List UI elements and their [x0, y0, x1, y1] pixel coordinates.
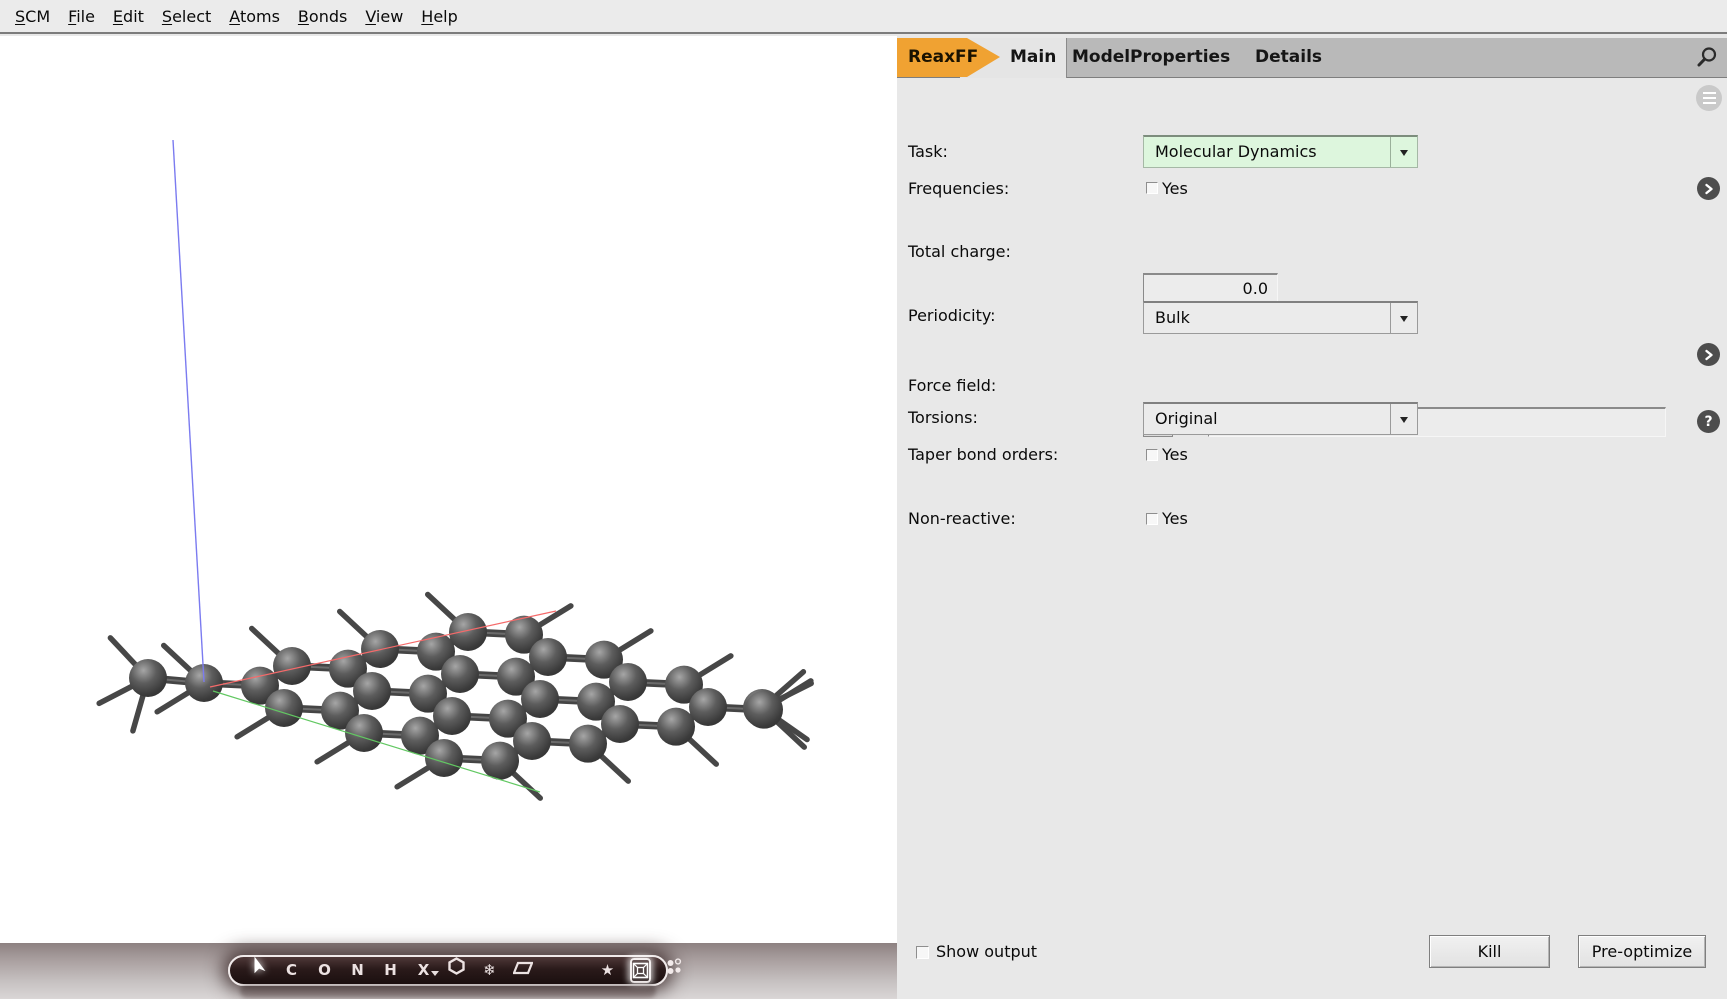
element-x-tool-button[interactable]: X [414, 957, 433, 984]
periodicity-dropdown[interactable]: Bulk [1143, 301, 1418, 334]
dropdown-arrow-icon [1400, 150, 1408, 160]
hexagon-icon [448, 957, 465, 975]
task-dropdown-button[interactable] [1390, 137, 1417, 167]
tab-model[interactable]: Model [1072, 38, 1130, 77]
pre-optimize-button[interactable]: Pre-optimize [1578, 935, 1706, 968]
tab-properties[interactable]: Properties [1130, 38, 1230, 77]
crystal-tool-button[interactable]: ❄ [480, 957, 499, 984]
taper-checkbox[interactable] [1146, 449, 1158, 461]
chevron-right-icon [1704, 183, 1714, 195]
input-panel: ReaxFF Main Model Properties Details Tas… [897, 36, 1727, 999]
task-more-button[interactable] [1697, 177, 1720, 200]
task-value: Molecular Dynamics [1144, 137, 1390, 167]
non-reactive-label: Non-reactive: [908, 509, 1016, 528]
pointer-tool-button[interactable] [249, 957, 268, 984]
menu-bonds[interactable]: Bonds [289, 7, 356, 26]
reaxff-gui-window: SCMFileEditSelectAtomsBondsViewHelp C O … [0, 0, 1727, 999]
periodicity-more-button[interactable] [1697, 343, 1720, 366]
torsions-value: Original [1144, 404, 1390, 434]
cursor-icon [252, 957, 266, 975]
menu-atoms[interactable]: Atoms [220, 7, 289, 26]
menu-select[interactable]: Select [153, 7, 220, 26]
search-icon[interactable] [1696, 46, 1718, 68]
menu-bar: SCMFileEditSelectAtomsBondsViewHelp [0, 0, 1727, 34]
dropdown-arrow-icon [1400, 417, 1408, 427]
viewer-toolbar: C O N H X ❄ ★ [228, 955, 668, 986]
task-label: Task: [908, 142, 948, 161]
menu-edit[interactable]: Edit [104, 7, 153, 26]
kill-button[interactable]: Kill [1429, 935, 1550, 968]
chevron-right-icon [1704, 349, 1714, 361]
dots-icon [666, 958, 682, 975]
total-charge-input[interactable]: 0.0 [1143, 273, 1278, 303]
panel-menu-button[interactable] [1696, 85, 1722, 111]
periodicity-value: Bulk [1144, 303, 1390, 333]
periodicity-dropdown-button[interactable] [1390, 303, 1417, 333]
non-reactive-yes-label: Yes [1162, 509, 1188, 528]
task-dropdown[interactable]: Molecular Dynamics [1143, 135, 1418, 168]
menu-help[interactable]: Help [412, 7, 466, 26]
molecule-canvas[interactable] [0, 36, 897, 943]
chevron-down-icon [431, 971, 439, 980]
menu-file[interactable]: File [59, 7, 104, 26]
nitrogen-tool-button[interactable]: N [348, 957, 367, 984]
viewer-dock: C O N H X ❄ ★ [0, 943, 897, 999]
unit-cell-icon [632, 962, 649, 979]
frequencies-label: Frequencies: [908, 179, 1009, 198]
torsions-dropdown[interactable]: Original [1143, 402, 1418, 435]
tab-bar: ReaxFF Main Model Properties Details [897, 38, 1727, 78]
taper-label: Taper bond orders: [908, 445, 1058, 464]
ring-tool-button[interactable] [447, 957, 466, 984]
show-output-checkbox[interactable] [916, 946, 929, 959]
molecule-viewport[interactable] [0, 36, 897, 943]
carbon-tool-button[interactable]: C [282, 957, 301, 984]
frequencies-yes-label: Yes [1162, 179, 1188, 198]
menu-view[interactable]: View [356, 7, 412, 26]
torsions-label: Torsions: [908, 408, 978, 427]
favorites-tool-button[interactable]: ★ [598, 957, 617, 984]
total-charge-label: Total charge: [908, 242, 1011, 261]
element-x-label: X [418, 961, 430, 979]
oxygen-tool-button[interactable]: O [315, 957, 334, 984]
periodicity-label: Periodicity: [908, 306, 996, 325]
tab-details[interactable]: Details [1255, 38, 1322, 77]
frequencies-checkbox[interactable] [1146, 182, 1158, 194]
non-reactive-checkbox[interactable] [1146, 513, 1158, 525]
parallelogram-icon [513, 961, 533, 975]
cell-view-tool-button[interactable] [630, 958, 651, 983]
atoms-display-tool-button[interactable] [664, 957, 683, 984]
dropdown-arrow-icon [1400, 316, 1408, 326]
force-field-help-button[interactable]: ? [1697, 410, 1720, 433]
menu-scm[interactable]: SCM [6, 7, 59, 26]
force-field-label: Force field: [908, 376, 996, 395]
torsions-dropdown-button[interactable] [1390, 404, 1417, 434]
hydrogen-tool-button[interactable]: H [381, 957, 400, 984]
taper-yes-label: Yes [1162, 445, 1188, 464]
plane-tool-button[interactable] [513, 957, 532, 984]
tab-main[interactable]: Main [1010, 38, 1056, 77]
show-output-label: Show output [936, 942, 1037, 961]
